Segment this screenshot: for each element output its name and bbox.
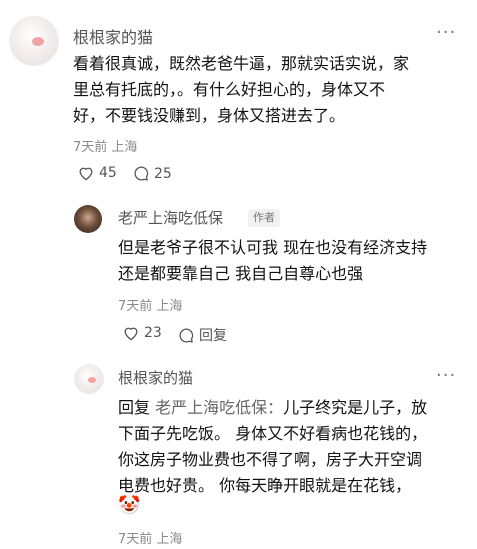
reply-target-user[interactable]: 老严上海吃低保： — [155, 398, 283, 417]
heart-icon — [124, 327, 138, 341]
comment-bubble-icon — [179, 327, 194, 343]
reply-meta: 7天前 上海 — [118, 299, 183, 314]
reply-text-line: 你这房子物业费也不得了啊，房子大开空调 — [118, 450, 423, 469]
comment-text-line: 里总有托底的，。有什么好担心的，身体又不 — [73, 80, 386, 99]
heart-icon — [79, 167, 93, 181]
comment-text-line: 看着很真诚，既然老爸牛逼，那就实话实说，家 — [73, 54, 410, 73]
like-count: 23 — [144, 325, 162, 341]
author-badge: 作者 — [248, 209, 280, 227]
reply-prefix: 回复 — [118, 398, 156, 417]
reply-text-line: 下面子先吃饭。 身体又不好看病也花钱的， — [118, 424, 428, 443]
comment-username[interactable]: 根根家的猫 — [73, 24, 153, 48]
reply-text-line: 回复 老严上海吃低保：儿子终究是儿子，放 — [118, 394, 427, 421]
comment-bubble-icon — [134, 166, 149, 181]
reply-text-line: 电费也好贵。 你每天睁开眼就是在花钱， — [118, 476, 412, 495]
comment-button[interactable]: 25 — [133, 165, 172, 182]
reply-button[interactable]: 回复 — [178, 325, 227, 345]
comment-meta: 7天前 上海 — [73, 140, 138, 155]
clown-emoji: 🤡 — [118, 495, 141, 516]
more-options-icon[interactable]: ··· — [436, 22, 456, 43]
more-options-icon[interactable]: ··· — [436, 365, 456, 386]
like-button[interactable]: 23 — [122, 325, 162, 341]
avatar[interactable] — [9, 16, 59, 66]
like-count: 45 — [99, 165, 117, 181]
reply-username[interactable]: 根根家的猫 — [118, 367, 193, 388]
reply-text-line: 但是老爷子很不认可我 现在也没有经济支持 — [118, 238, 428, 257]
avatar[interactable] — [74, 364, 104, 394]
reply-text-first: 儿子终究是儿子，放 — [283, 398, 428, 417]
reply-text-line: 还是都要靠自己 我自己自尊心也强 — [118, 264, 364, 283]
reply-meta: 7天前 上海 — [118, 532, 183, 547]
avatar[interactable] — [74, 205, 102, 233]
reply-label: 回复 — [199, 328, 227, 344]
comment-count: 25 — [154, 165, 172, 182]
comment-text-line: 好，不要钱没赚到，身体又搭进去了。 — [73, 106, 346, 125]
reply-username[interactable]: 老严上海吃低保 — [118, 207, 223, 228]
like-button[interactable]: 45 — [77, 165, 117, 181]
